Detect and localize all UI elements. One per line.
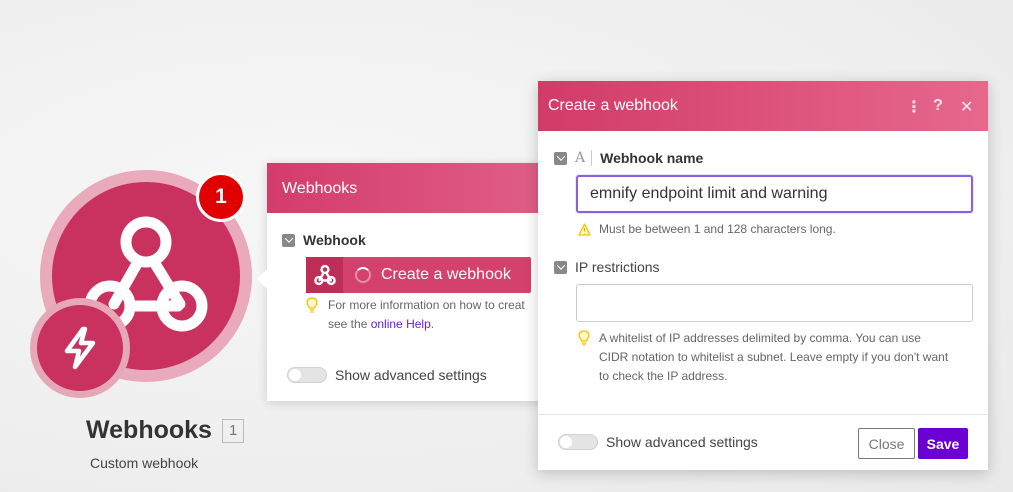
create-webhook-label: Create a webhook: [381, 266, 511, 283]
webhooks-panel: Webhooks Webhook Create a webhook For mo…: [257, 163, 557, 401]
lightbulb-icon: [578, 330, 590, 346]
dialog-footer: Show advanced settings Close Save: [538, 414, 988, 470]
dialog-title: Create a webhook: [548, 97, 678, 114]
create-webhook-dialog: Create a webhook ⋮ ? ✕ A Webhook name em…: [538, 81, 988, 470]
ip-restrictions-input[interactable]: [576, 284, 973, 322]
help-icon[interactable]: ?: [933, 97, 943, 117]
save-button[interactable]: Save: [918, 428, 968, 459]
webhook-name-label-row: A Webhook name: [554, 150, 703, 166]
webhook-name-label: Webhook name: [600, 150, 704, 166]
webhook-help-hint: For more information on how to creat see…: [306, 296, 556, 334]
ip-hint-line-3: to check the IP address.: [599, 369, 728, 383]
hint-prefix: see the: [328, 317, 371, 331]
online-help-link[interactable]: online Help: [371, 317, 431, 331]
field-collapse-checkbox[interactable]: [282, 233, 295, 247]
webhook-icon: [306, 257, 343, 293]
module-subtitle: Custom webhook: [90, 455, 199, 471]
text-type-icon: A: [575, 150, 593, 166]
hint-line-1: For more information on how to creat: [328, 298, 525, 312]
webhooks-module[interactable]: 1 Webhooks 1 Custom webhook: [30, 168, 260, 478]
ip-restrictions-label: IP restrictions: [575, 259, 660, 275]
hint-suffix: .: [430, 317, 435, 331]
field-collapse-checkbox[interactable]: [554, 260, 567, 274]
loading-spinner-icon: [355, 267, 371, 283]
panel-pointer: [257, 267, 269, 291]
hint-line-2: see the online Help.: [328, 315, 556, 334]
close-icon[interactable]: ✕: [960, 97, 973, 117]
lightbulb-icon: [306, 297, 318, 313]
instant-trigger-icon: [37, 305, 123, 391]
ip-hint-line-1: A whitelist of IP addresses delimited by…: [599, 331, 921, 345]
webhook-field-label: Webhook: [303, 232, 366, 248]
create-webhook-button[interactable]: Create a webhook: [306, 257, 531, 293]
advanced-settings-label: Show advanced settings: [335, 367, 487, 383]
module-title: Webhooks: [86, 416, 212, 444]
close-button[interactable]: Close: [858, 428, 915, 459]
advanced-settings-toggle[interactable]: [287, 367, 327, 383]
webhook-name-input[interactable]: emnify endpoint limit and warning: [576, 175, 973, 213]
ip-restrictions-label-row: IP restrictions: [554, 259, 660, 275]
dialog-tools: ⋮ ? ✕: [906, 97, 973, 117]
panel-header: Webhooks: [267, 163, 557, 213]
ip-hint-line-2: CIDR notation to whitelist a subnet. Lea…: [599, 350, 949, 364]
webhook-field-label-row: Webhook: [282, 232, 366, 248]
advanced-settings-row: Show advanced settings: [287, 367, 487, 383]
dialog-header: Create a webhook ⋮ ? ✕: [538, 81, 988, 131]
more-options-icon[interactable]: ⋮: [906, 97, 922, 117]
name-warning-text: Must be between 1 and 128 characters lon…: [599, 222, 836, 236]
dialog-advanced-settings-toggle[interactable]: [558, 434, 598, 450]
dialog-advanced-settings-row: Show advanced settings: [558, 434, 758, 450]
notification-badge: 1: [196, 172, 246, 222]
warning-icon: [578, 223, 591, 236]
dialog-advanced-settings-label: Show advanced settings: [606, 434, 758, 450]
field-collapse-checkbox[interactable]: [554, 151, 567, 165]
module-title-row: Webhooks 1: [86, 416, 245, 445]
ip-restrictions-hint: A whitelist of IP addresses delimited by…: [578, 329, 948, 386]
module-count: 1: [221, 418, 245, 443]
name-warning: Must be between 1 and 128 characters lon…: [578, 220, 836, 239]
